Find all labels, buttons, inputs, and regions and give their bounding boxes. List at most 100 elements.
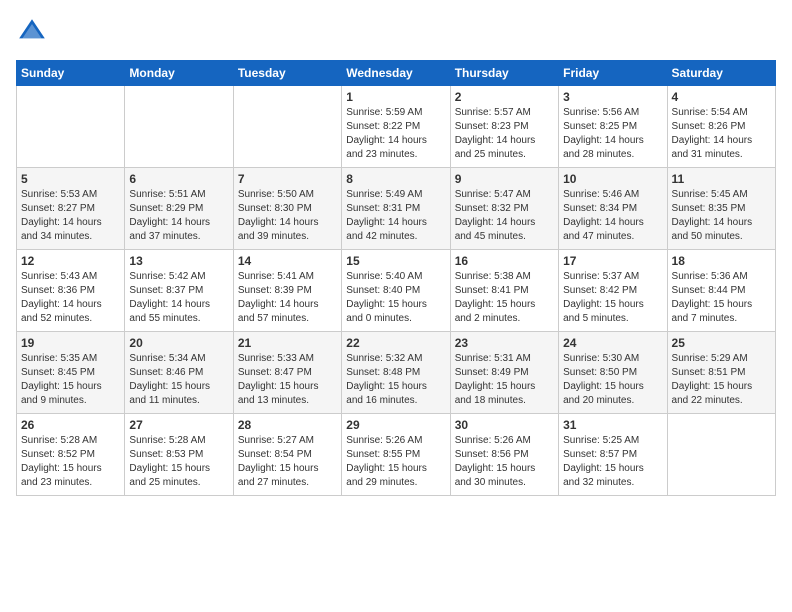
cell-content: Sunrise: 5:31 AMSunset: 8:49 PMDaylight:… (455, 352, 554, 408)
col-header-saturday: Saturday (667, 61, 775, 86)
cell-content: Sunrise: 5:29 AMSunset: 8:51 PMDaylight:… (672, 352, 771, 408)
cell-content: Sunrise: 5:45 AMSunset: 8:35 PMDaylight:… (672, 188, 771, 244)
calendar-cell: 17 Sunrise: 5:37 AMSunset: 8:42 PMDayligh… (559, 250, 667, 332)
day-number: 1 (346, 90, 445, 104)
cell-content: Sunrise: 5:47 AMSunset: 8:32 PMDaylight:… (455, 188, 554, 244)
day-number: 30 (455, 418, 554, 432)
day-header-row: SundayMondayTuesdayWednesdayThursdayFrid… (17, 61, 776, 86)
cell-content: Sunrise: 5:38 AMSunset: 8:41 PMDaylight:… (455, 270, 554, 326)
col-header-wednesday: Wednesday (342, 61, 450, 86)
day-number: 8 (346, 172, 445, 186)
calendar-cell (17, 86, 125, 168)
cell-content: Sunrise: 5:56 AMSunset: 8:25 PMDaylight:… (563, 106, 662, 162)
day-number: 27 (129, 418, 228, 432)
cell-content: Sunrise: 5:37 AMSunset: 8:42 PMDaylight:… (563, 270, 662, 326)
week-row-2: 12 Sunrise: 5:43 AMSunset: 8:36 PMDayligh… (17, 250, 776, 332)
calendar-cell: 15 Sunrise: 5:40 AMSunset: 8:40 PMDayligh… (342, 250, 450, 332)
day-number: 31 (563, 418, 662, 432)
week-row-0: 1 Sunrise: 5:59 AMSunset: 8:22 PMDaylight… (17, 86, 776, 168)
calendar-table: SundayMondayTuesdayWednesdayThursdayFrid… (16, 60, 776, 496)
calendar-cell: 5Sunrise: 5:53 AMSunset: 8:27 PMDaylight… (17, 168, 125, 250)
day-number: 26 (21, 418, 120, 432)
calendar-cell: 16Sunrise: 5:38 AMSunset: 8:41 PMDayligh… (450, 250, 558, 332)
calendar-cell: 11 Sunrise: 5:45 AMSunset: 8:35 PMDayligh… (667, 168, 775, 250)
calendar-cell: 31 Sunrise: 5:25 AMSunset: 8:57 PMDayligh… (559, 414, 667, 496)
logo (16, 16, 52, 48)
cell-content: Sunrise: 5:28 AMSunset: 8:52 PMDaylight:… (21, 434, 120, 490)
cell-content: Sunrise: 5:42 AMSunset: 8:37 PMDaylight:… (129, 270, 228, 326)
day-number: 17 (563, 254, 662, 268)
day-number: 11 (672, 172, 771, 186)
day-number: 2 (455, 90, 554, 104)
day-number: 6 (129, 172, 228, 186)
calendar-cell: 8 Sunrise: 5:49 AMSunset: 8:31 PMDaylight… (342, 168, 450, 250)
cell-content: Sunrise: 5:43 AMSunset: 8:36 PMDaylight:… (21, 270, 120, 326)
calendar-cell (667, 414, 775, 496)
calendar-cell (233, 86, 341, 168)
calendar-cell: 26 Sunrise: 5:28 AMSunset: 8:52 PMDayligh… (17, 414, 125, 496)
week-row-4: 26 Sunrise: 5:28 AMSunset: 8:52 PMDayligh… (17, 414, 776, 496)
calendar-cell: 12 Sunrise: 5:43 AMSunset: 8:36 PMDayligh… (17, 250, 125, 332)
calendar-cell: 29 Sunrise: 5:26 AMSunset: 8:55 PMDayligh… (342, 414, 450, 496)
calendar-cell: 1 Sunrise: 5:59 AMSunset: 8:22 PMDaylight… (342, 86, 450, 168)
calendar-cell: 28Sunrise: 5:27 AMSunset: 8:54 PMDayligh… (233, 414, 341, 496)
cell-content: Sunrise: 5:46 AMSunset: 8:34 PMDaylight:… (563, 188, 662, 244)
day-number: 4 (672, 90, 771, 104)
col-header-tuesday: Tuesday (233, 61, 341, 86)
cell-content: Sunrise: 5:57 AMSunset: 8:23 PMDaylight:… (455, 106, 554, 162)
page-header (16, 16, 776, 48)
cell-content: Sunrise: 5:40 AMSunset: 8:40 PMDaylight:… (346, 270, 445, 326)
calendar-cell: 6 Sunrise: 5:51 AMSunset: 8:29 PMDaylight… (125, 168, 233, 250)
cell-content: Sunrise: 5:54 AMSunset: 8:26 PMDaylight:… (672, 106, 771, 162)
calendar-cell: 27 Sunrise: 5:28 AMSunset: 8:53 PMDayligh… (125, 414, 233, 496)
cell-content: Sunrise: 5:34 AMSunset: 8:46 PMDaylight:… (129, 352, 228, 408)
col-header-friday: Friday (559, 61, 667, 86)
cell-content: Sunrise: 5:26 AMSunset: 8:56 PMDaylight:… (455, 434, 554, 490)
calendar-cell: 21 Sunrise: 5:33 AMSunset: 8:47 PMDayligh… (233, 332, 341, 414)
calendar-cell: 3 Sunrise: 5:56 AMSunset: 8:25 PMDaylight… (559, 86, 667, 168)
calendar-cell: 24Sunrise: 5:30 AMSunset: 8:50 PMDayligh… (559, 332, 667, 414)
cell-content: Sunrise: 5:41 AMSunset: 8:39 PMDaylight:… (238, 270, 337, 326)
calendar-cell: 10 Sunrise: 5:46 AMSunset: 8:34 PMDayligh… (559, 168, 667, 250)
day-number: 12 (21, 254, 120, 268)
calendar-cell: 14 Sunrise: 5:41 AMSunset: 8:39 PMDayligh… (233, 250, 341, 332)
cell-content: Sunrise: 5:35 AMSunset: 8:45 PMDaylight:… (21, 352, 120, 408)
cell-content: Sunrise: 5:28 AMSunset: 8:53 PMDaylight:… (129, 434, 228, 490)
col-header-thursday: Thursday (450, 61, 558, 86)
cell-content: Sunrise: 5:53 AMSunset: 8:27 PMDaylight:… (21, 188, 120, 244)
calendar-cell: 13 Sunrise: 5:42 AMSunset: 8:37 PMDayligh… (125, 250, 233, 332)
cell-content: Sunrise: 5:32 AMSunset: 8:48 PMDaylight:… (346, 352, 445, 408)
day-number: 7 (238, 172, 337, 186)
day-number: 29 (346, 418, 445, 432)
calendar-cell: 19Sunrise: 5:35 AMSunset: 8:45 PMDayligh… (17, 332, 125, 414)
cell-content: Sunrise: 5:36 AMSunset: 8:44 PMDaylight:… (672, 270, 771, 326)
cell-content: Sunrise: 5:33 AMSunset: 8:47 PMDaylight:… (238, 352, 337, 408)
col-header-sunday: Sunday (17, 61, 125, 86)
calendar-cell: 25 Sunrise: 5:29 AMSunset: 8:51 PMDayligh… (667, 332, 775, 414)
day-number: 14 (238, 254, 337, 268)
logo-icon (16, 16, 48, 48)
day-number: 13 (129, 254, 228, 268)
day-number: 21 (238, 336, 337, 350)
day-number: 3 (563, 90, 662, 104)
day-number: 20 (129, 336, 228, 350)
day-number: 25 (672, 336, 771, 350)
cell-content: Sunrise: 5:59 AMSunset: 8:22 PMDaylight:… (346, 106, 445, 162)
day-number: 22 (346, 336, 445, 350)
cell-content: Sunrise: 5:26 AMSunset: 8:55 PMDaylight:… (346, 434, 445, 490)
cell-content: Sunrise: 5:50 AMSunset: 8:30 PMDaylight:… (238, 188, 337, 244)
calendar-cell: 7 Sunrise: 5:50 AMSunset: 8:30 PMDaylight… (233, 168, 341, 250)
col-header-monday: Monday (125, 61, 233, 86)
calendar-cell: 9Sunrise: 5:47 AMSunset: 8:32 PMDaylight… (450, 168, 558, 250)
cell-content: Sunrise: 5:51 AMSunset: 8:29 PMDaylight:… (129, 188, 228, 244)
cell-content: Sunrise: 5:49 AMSunset: 8:31 PMDaylight:… (346, 188, 445, 244)
week-row-3: 19Sunrise: 5:35 AMSunset: 8:45 PMDayligh… (17, 332, 776, 414)
calendar-cell: 30 Sunrise: 5:26 AMSunset: 8:56 PMDayligh… (450, 414, 558, 496)
day-number: 15 (346, 254, 445, 268)
cell-content: Sunrise: 5:27 AMSunset: 8:54 PMDaylight:… (238, 434, 337, 490)
day-number: 24 (563, 336, 662, 350)
calendar-cell: 2 Sunrise: 5:57 AMSunset: 8:23 PMDaylight… (450, 86, 558, 168)
cell-content: Sunrise: 5:25 AMSunset: 8:57 PMDaylight:… (563, 434, 662, 490)
week-row-1: 5Sunrise: 5:53 AMSunset: 8:27 PMDaylight… (17, 168, 776, 250)
day-number: 10 (563, 172, 662, 186)
